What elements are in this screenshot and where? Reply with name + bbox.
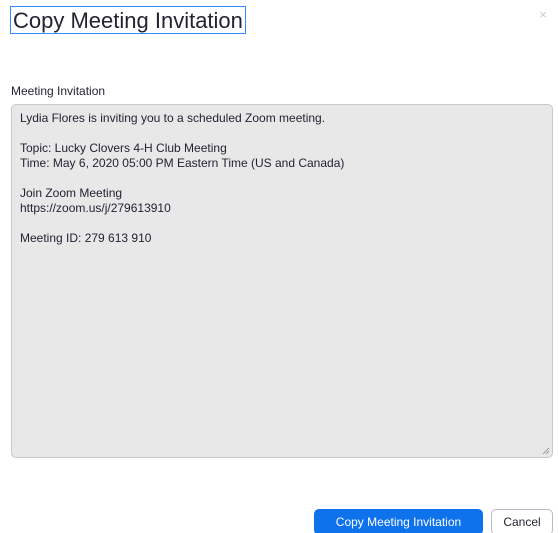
invitation-line: Time: May 6, 2020 05:00 PM Eastern Time … <box>20 156 345 170</box>
invitation-line <box>20 126 544 141</box>
copy-invitation-dialog: Copy Meeting Invitation × Meeting Invita… <box>0 0 558 533</box>
invitation-line: Meeting ID: 279 613 910 <box>20 231 152 245</box>
invitation-textarea[interactable]: Lydia Flores is inviting you to a schedu… <box>11 104 553 458</box>
invitation-line: https://zoom.us/j/279613910 <box>20 201 171 215</box>
dialog-title: Copy Meeting Invitation <box>10 6 246 34</box>
invitation-line: Lydia Flores is inviting you to a schedu… <box>20 111 326 125</box>
close-icon[interactable]: × <box>536 8 550 22</box>
resize-grip-icon[interactable] <box>542 447 550 455</box>
invitation-line <box>20 171 544 186</box>
invitation-label: Meeting Invitation <box>11 84 106 98</box>
copy-invitation-button[interactable]: Copy Meeting Invitation <box>314 509 483 533</box>
invitation-line <box>20 216 544 231</box>
invitation-line: Join Zoom Meeting <box>20 186 123 200</box>
invitation-line: Topic: Lucky Clovers 4-H Club Meeting <box>20 141 227 155</box>
cancel-button[interactable]: Cancel <box>491 509 553 533</box>
